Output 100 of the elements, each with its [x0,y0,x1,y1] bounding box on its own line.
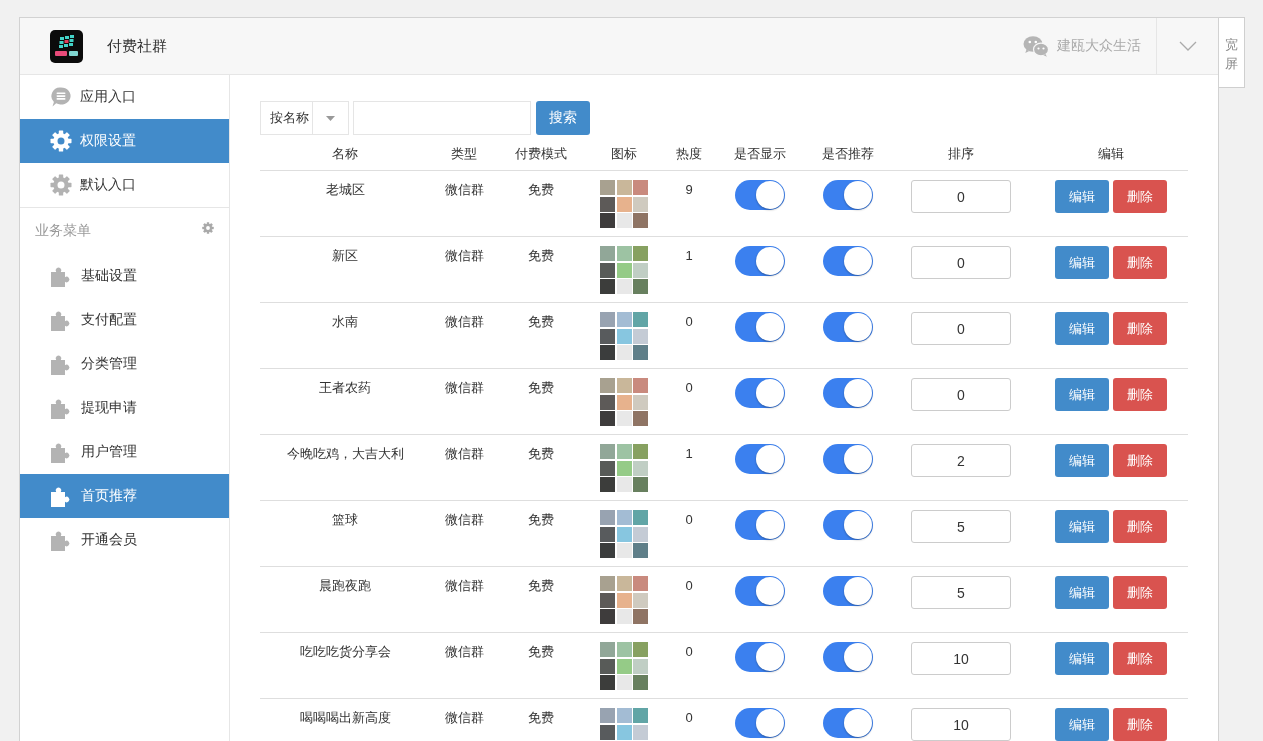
table-cell-text: 篮球 [332,511,358,529]
sort-input-field[interactable]: 0 [911,246,1011,279]
table-cell-text: 0 [685,643,693,661]
toggle-switch[interactable] [822,708,873,738]
edit-button[interactable]: 编辑 [1054,378,1109,411]
edit-button[interactable]: 编辑 [1054,510,1109,543]
group-avatar-photo [600,642,648,690]
gear-icon [50,174,72,196]
sidebar-item[interactable]: 默认入口 [20,163,229,207]
edit-button[interactable]: 编辑 [1054,180,1109,213]
toggle-switch[interactable] [735,510,785,540]
table-cell-text: 免费 [528,643,554,661]
edit-button[interactable]: 编辑 [1054,246,1109,279]
sort-input-field[interactable]: 5 [911,576,1011,609]
toggle-switch[interactable] [822,180,873,210]
toggle-switch[interactable] [735,642,785,672]
toggle-switch[interactable] [822,510,873,540]
toggle-switch[interactable] [735,180,785,210]
sidebar-item[interactable]: 用户管理 [20,430,229,474]
sort-input-field[interactable]: 10 [911,708,1011,741]
sidebar-item[interactable]: 首页推荐 [20,474,229,518]
sidebar-item[interactable]: 开通会员 [20,518,229,562]
sort-input-field[interactable]: 0 [911,312,1011,345]
table-cell-text: 新区 [332,247,358,265]
delete-button[interactable]: 删除 [1112,246,1167,279]
table-cell-text: 王者农药 [319,379,371,397]
sidebar-item[interactable]: 应用入口 [20,75,229,119]
column-header: 排序 [948,146,974,161]
chevron-down-icon [1178,41,1197,51]
table-cell-text: 免费 [528,445,554,463]
edit-button[interactable]: 编辑 [1054,312,1109,345]
chat-bubble-icon [50,86,72,108]
search-field[interactable] [353,101,531,135]
edit-button[interactable]: 编辑 [1054,576,1109,609]
toggle-switch[interactable] [735,708,785,738]
sort-input-field[interactable]: 2 [911,444,1011,477]
wechat-icon [1023,35,1049,57]
toggle-switch[interactable] [822,444,873,474]
puzzle-icon [50,441,72,463]
table-cell-text: 免费 [528,511,554,529]
delete-button[interactable]: 删除 [1112,312,1167,345]
table-cell-text: 老城区 [325,181,365,199]
table-cell-text: 0 [685,379,693,397]
table-cell-text: 免费 [528,313,554,331]
toggle-switch[interactable] [822,576,873,606]
toggle-switch[interactable] [735,246,785,276]
table-cell-text: 免费 [528,181,554,199]
delete-button[interactable]: 删除 [1112,576,1167,609]
column-header: 图标 [611,146,637,161]
section-title: 业务菜单 [35,222,91,240]
toggle-switch[interactable] [822,378,873,408]
column-header: 热度 [676,146,702,161]
sidebar-item[interactable]: 支付配置 [20,298,229,342]
group-avatar-photo [600,378,648,426]
toggle-switch[interactable] [735,444,785,474]
sort-input-field[interactable]: 0 [911,180,1011,213]
puzzle-icon [50,397,72,419]
wide-screen-tab[interactable]: 宽屏 [1219,17,1245,88]
table-cell-text: 免费 [528,247,554,265]
table-cell-text: 免费 [528,577,554,595]
sidebar-item[interactable]: 分类管理 [20,342,229,386]
table-cell-text: 喝喝喝出新高度 [299,709,391,727]
sidebar-item[interactable]: 提现申请 [20,386,229,430]
table-cell-text: 0 [685,709,693,727]
sort-input-field[interactable]: 0 [911,378,1011,411]
table-cell-text: 0 [685,313,693,331]
edit-button[interactable]: 编辑 [1054,642,1109,675]
toggle-switch[interactable] [735,576,785,606]
group-avatar-photo [600,180,648,228]
table-cell-text: 微信群 [444,445,484,463]
toggle-switch[interactable] [822,312,873,342]
delete-button[interactable]: 删除 [1112,708,1167,741]
toggle-switch[interactable] [735,378,785,408]
caret-down-icon [326,115,335,121]
settings-icon[interactable] [202,222,214,234]
table-cell-text: 吃吃吃货分享会 [299,643,391,661]
edit-button[interactable]: 编辑 [1054,708,1109,741]
delete-button[interactable]: 删除 [1112,378,1167,411]
toggle-switch[interactable] [822,246,873,276]
toggle-switch[interactable] [735,312,785,342]
sort-input-field[interactable]: 5 [911,510,1011,543]
group-avatar-photo [600,510,648,558]
table-cell-text: 水南 [332,313,358,331]
toggle-switch[interactable] [822,642,873,672]
delete-button[interactable]: 删除 [1112,444,1167,477]
delete-button[interactable]: 删除 [1112,180,1167,213]
sidebar-item[interactable]: 权限设置 [20,119,229,163]
sort-input-field[interactable]: 10 [911,642,1011,675]
table-cell-text: 1 [685,247,693,265]
puzzle-icon [50,265,72,287]
group-avatar-photo [600,576,648,624]
filter-dropdown[interactable]: 按名称 [260,101,349,135]
table-cell-text: 0 [685,577,693,595]
search-button[interactable]: 搜索 [536,101,590,135]
column-header: 付费模式 [515,146,567,161]
delete-button[interactable]: 删除 [1112,642,1167,675]
delete-button[interactable]: 删除 [1112,510,1167,543]
sidebar-item[interactable]: 基础设置 [20,254,229,298]
app-logo-icon [50,29,83,63]
edit-button[interactable]: 编辑 [1054,444,1109,477]
